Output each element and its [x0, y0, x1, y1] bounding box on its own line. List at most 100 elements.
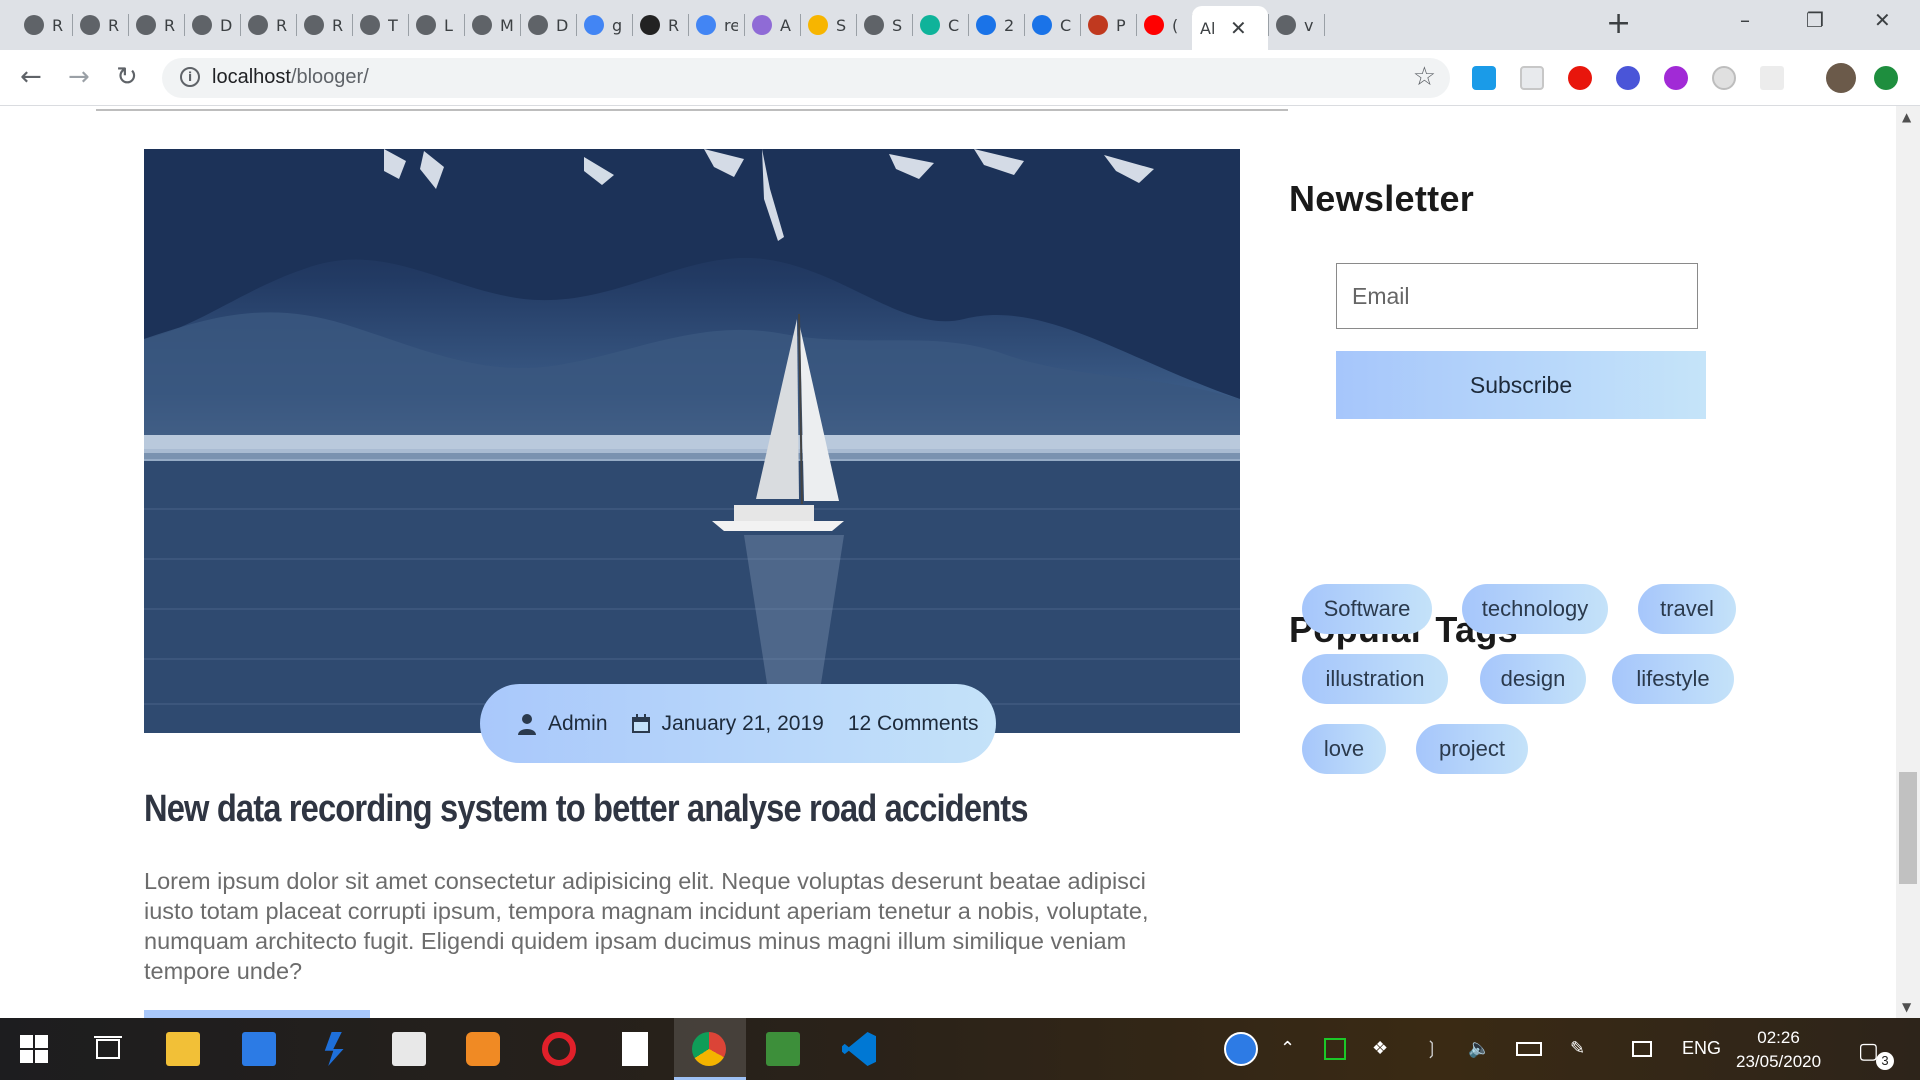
tab-label: T — [388, 15, 398, 35]
task-view-icon[interactable] — [94, 1035, 122, 1063]
globe-icon — [248, 15, 268, 35]
browser-tab[interactable]: re — [688, 6, 744, 44]
bookmark-star-icon[interactable]: ☆ — [1413, 62, 1436, 92]
back-icon[interactable]: ← — [20, 62, 42, 92]
grey-extension-icon[interactable] — [1760, 66, 1784, 90]
camera-extension-icon[interactable] — [1712, 66, 1736, 90]
volume-icon[interactable]: 🔈 — [1468, 1038, 1490, 1059]
browser-tab[interactable]: C — [1024, 6, 1080, 44]
read-more-button[interactable] — [144, 1010, 370, 1018]
site-info-icon[interactable]: i — [180, 67, 200, 87]
show-hidden-icons-chevron[interactable]: ⌃ — [1280, 1038, 1295, 1059]
translate-extension-icon[interactable] — [1472, 66, 1496, 90]
browser-tab[interactable]: R — [72, 6, 128, 44]
browser-tab[interactable]: S — [856, 6, 912, 44]
url-text[interactable]: localhost/blooger/ — [212, 66, 369, 89]
tag-chip[interactable]: design — [1480, 654, 1586, 704]
help-icon[interactable] — [1224, 1032, 1258, 1066]
new-tab-button[interactable]: + — [1606, 6, 1631, 41]
close-tab-icon[interactable]: ✕ — [1230, 16, 1247, 40]
notepad-plus-icon[interactable] — [766, 1032, 800, 1066]
bolt-app-icon[interactable] — [324, 1032, 344, 1066]
update-icon[interactable] — [1874, 66, 1898, 90]
restore-icon[interactable]: ❐ — [1806, 8, 1824, 32]
network-icon[interactable]: ❳ — [1424, 1038, 1439, 1059]
scroll-down-icon[interactable]: ▼ — [1902, 1000, 1911, 1014]
browser-tab[interactable]: R — [128, 6, 184, 44]
file-explorer-icon[interactable] — [166, 1032, 200, 1066]
chrome-icon[interactable] — [692, 1032, 726, 1066]
dribbble-icon — [752, 15, 772, 35]
scroll-up-icon[interactable]: ▲ — [1902, 110, 1911, 124]
tag-chip[interactable]: technology — [1462, 584, 1608, 634]
windows-start-icon[interactable] — [20, 1035, 48, 1063]
browser-tab[interactable]: P — [1080, 6, 1136, 44]
dropbox-icon[interactable]: ❖ — [1372, 1038, 1388, 1059]
clock-time: 02:26 — [1757, 1028, 1800, 1047]
vscode-icon[interactable] — [842, 1032, 876, 1066]
newsletter-heading: Newsletter — [1289, 178, 1475, 219]
tag-chip[interactable]: lifestyle — [1612, 654, 1734, 704]
notepad-icon[interactable] — [622, 1032, 648, 1066]
tag-chip[interactable]: travel — [1638, 584, 1736, 634]
tab-label: C — [948, 15, 960, 35]
adblock-icon[interactable] — [1568, 66, 1592, 90]
tag-chip[interactable]: project — [1416, 724, 1528, 774]
browser-tab[interactable]: R — [632, 6, 688, 44]
tag-chip[interactable]: Software — [1302, 584, 1432, 634]
browser-tab[interactable]: D — [184, 6, 240, 44]
tag-chip[interactable]: illustration — [1302, 654, 1448, 704]
subscribe-button[interactable]: Subscribe — [1336, 351, 1706, 419]
close-window-icon[interactable]: ✕ — [1874, 8, 1891, 32]
system-clock[interactable]: 02:26 23/05/2020 — [1736, 1026, 1821, 1074]
flag-icon — [1032, 15, 1052, 35]
reload-icon[interactable]: ↻ — [116, 62, 138, 92]
browser-tab[interactable]: L — [408, 6, 464, 44]
tab-label: R — [276, 15, 288, 35]
profile-avatar[interactable] — [1826, 63, 1856, 93]
browser-tab[interactable]: T — [352, 6, 408, 44]
store-icon[interactable] — [392, 1032, 426, 1066]
browser-tab[interactable]: ( — [1136, 6, 1192, 44]
browser-tab[interactable]: D — [520, 6, 576, 44]
input-language[interactable]: ENG — [1682, 1038, 1721, 1059]
codepen-icon — [640, 15, 660, 35]
sketch-icon — [808, 15, 828, 35]
hyper-tray-icon[interactable] — [1324, 1038, 1346, 1060]
forward-icon[interactable]: → — [68, 62, 90, 92]
check-extension-icon[interactable] — [1616, 66, 1640, 90]
address-bar[interactable]: i localhost/blooger/ ☆ — [162, 58, 1450, 98]
minimize-icon[interactable]: – — [1740, 8, 1750, 32]
browser-tab[interactable]: A — [744, 6, 800, 44]
browser-tab[interactable]: C — [912, 6, 968, 44]
opera-icon[interactable] — [542, 1032, 576, 1066]
display-icon[interactable] — [1632, 1041, 1652, 1057]
newsletter-email-input[interactable] — [1336, 263, 1698, 329]
tag-chip[interactable]: love — [1302, 724, 1386, 774]
browser-tab[interactable]: M — [464, 6, 520, 44]
tab-label: D — [556, 15, 569, 35]
tab-label: C — [1060, 15, 1072, 35]
browser-tab[interactable]: 2 — [968, 6, 1024, 44]
media-player-icon[interactable] — [466, 1032, 500, 1066]
browser-tab[interactable]: g — [576, 6, 632, 44]
post-comments-count[interactable]: 12 Comments — [848, 712, 979, 736]
page-scrollbar[interactable]: ▲ ▼ — [1896, 106, 1920, 1018]
browser-tab[interactable]: R — [296, 6, 352, 44]
scrollbar-thumb[interactable] — [1899, 772, 1917, 884]
browser-tab[interactable]: S — [800, 6, 856, 44]
purple-extension-icon[interactable] — [1664, 66, 1688, 90]
post-author[interactable]: Admin — [548, 712, 608, 736]
browser-tab[interactable]: Al ✕ — [1192, 6, 1268, 50]
tab-label: ( — [1172, 15, 1179, 35]
battery-icon[interactable] — [1516, 1042, 1542, 1056]
pen-icon[interactable]: ✎ — [1570, 1038, 1585, 1059]
post-title[interactable]: New data recording system to better anal… — [144, 788, 1029, 831]
browser-tab[interactable]: R — [16, 6, 72, 44]
youtube-icon — [1144, 15, 1164, 35]
post-featured-image[interactable] — [144, 149, 1240, 733]
extension-box-icon[interactable] — [1520, 66, 1544, 90]
mail-icon[interactable] — [242, 1032, 276, 1066]
browser-tab[interactable]: R — [240, 6, 296, 44]
browser-tab[interactable]: v — [1268, 6, 1324, 44]
